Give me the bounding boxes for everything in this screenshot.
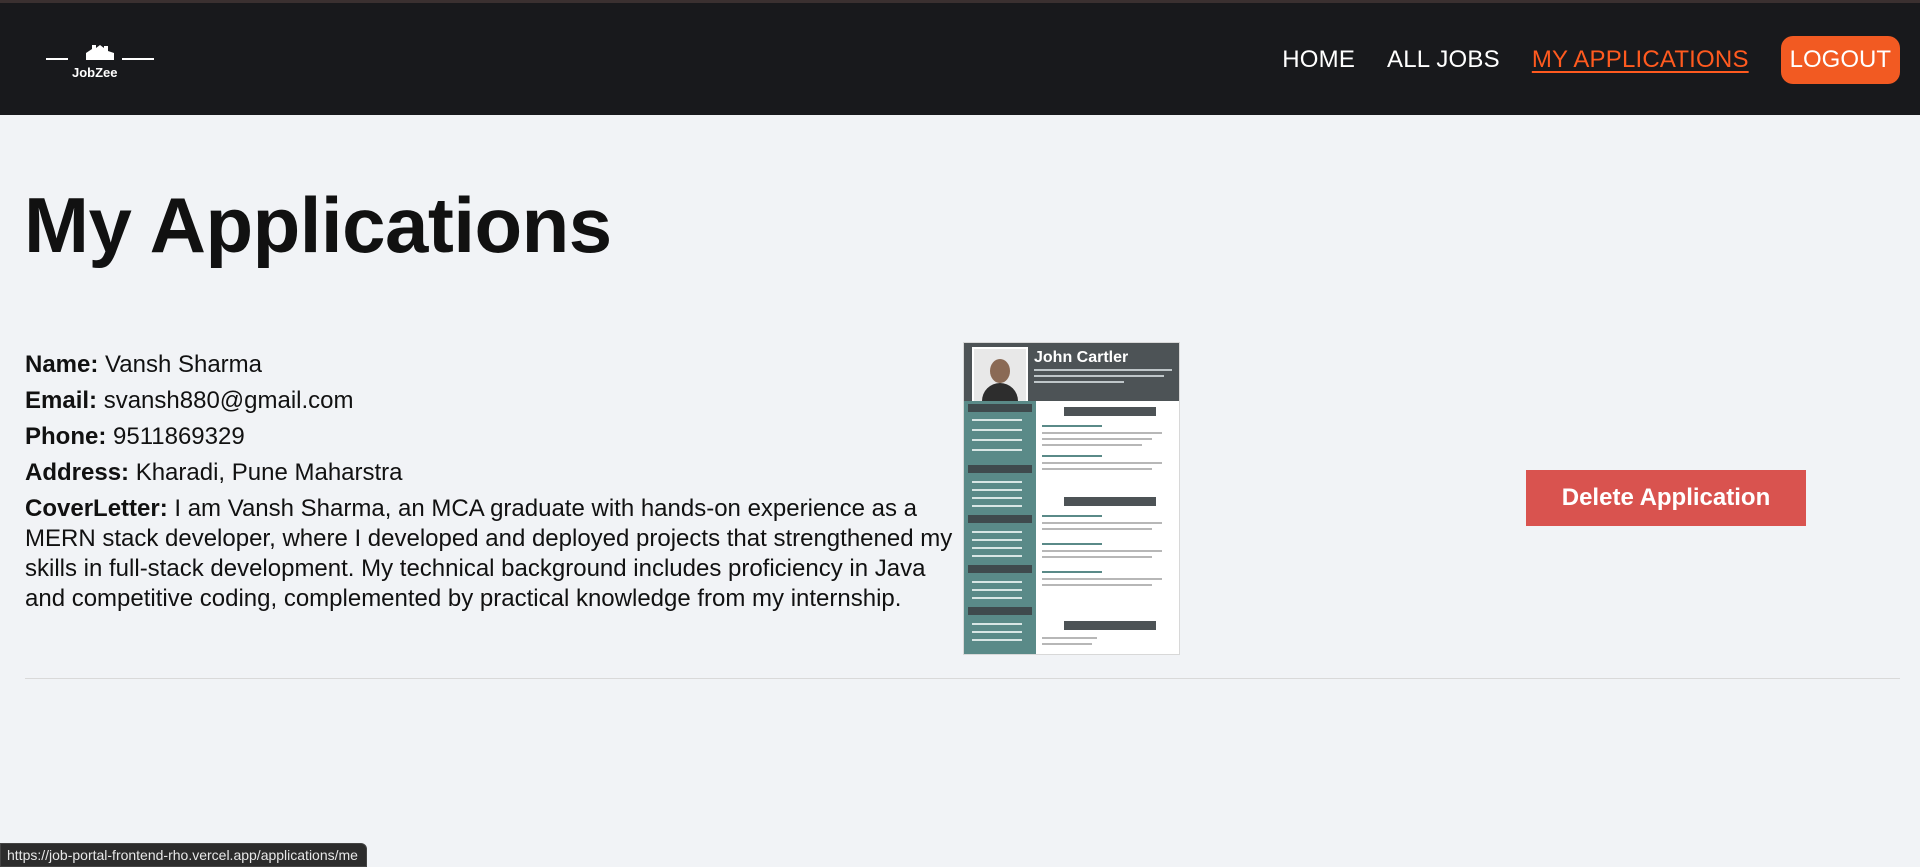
resume-line (972, 597, 1022, 599)
resume-line (1042, 571, 1102, 573)
email-value: svansh880@gmail.com (103, 387, 354, 414)
resume-line (1042, 584, 1152, 586)
resume-line (972, 539, 1022, 541)
resume-line (1042, 455, 1102, 457)
status-bar-url: https://job-portal-frontend-rho.vercel.a… (0, 843, 367, 867)
resume-line (972, 481, 1022, 483)
resume-line (972, 547, 1022, 549)
resume-line (1042, 578, 1162, 580)
resume-line (1042, 522, 1162, 524)
resume-line (1042, 515, 1102, 517)
resume-line (972, 639, 1022, 641)
logout-button[interactable]: LOGOUT (1780, 36, 1900, 84)
resume-line (972, 449, 1022, 451)
resume-line (972, 505, 1022, 507)
resume-line (1042, 643, 1092, 645)
resume-line (972, 623, 1022, 625)
email-label: Email: (25, 387, 98, 414)
resume-thumbnail[interactable]: John Cartler (963, 342, 1180, 655)
resume-line (1042, 468, 1152, 470)
resume-line (972, 489, 1022, 491)
resume-sidebar (964, 401, 1036, 654)
cover-letter-label: CoverLetter: (25, 495, 168, 522)
resume-line (972, 555, 1022, 557)
resume-line (972, 631, 1022, 633)
logo-line-left (46, 58, 68, 60)
resume-line (1042, 462, 1162, 464)
resume-line (1042, 556, 1152, 558)
logo-text: JobZee (72, 65, 118, 80)
resume-section-bar (968, 465, 1032, 473)
logo-icon (86, 45, 114, 60)
name-row: Name: Vansh Sharma (25, 350, 960, 380)
resume-name: John Cartler (1034, 349, 1129, 366)
main-nav: HOME ALL JOBS MY APPLICATIONS LOGOUT (1250, 36, 1900, 84)
navbar: JobZee HOME ALL JOBS MY APPLICATIONS LOG… (0, 3, 1920, 115)
resume-line (1042, 425, 1102, 427)
resume-line (1042, 550, 1162, 552)
resume-line (1042, 444, 1142, 446)
resume-line (1042, 432, 1162, 434)
resume-summary-line (1034, 381, 1124, 383)
resume-section-bar (968, 565, 1032, 573)
resume-line (972, 581, 1022, 583)
resume-section-bar (968, 515, 1032, 523)
resume-section-bar (968, 404, 1032, 412)
resume-summary-line (1034, 369, 1172, 371)
resume-line (1042, 637, 1097, 639)
resume-line (972, 497, 1022, 499)
resume-section-bar (1064, 621, 1156, 630)
name-label: Name: (25, 351, 99, 378)
name-value: Vansh Sharma (105, 351, 263, 378)
cover-letter-row: CoverLetter: I am Vansh Sharma, an MCA g… (25, 494, 960, 614)
page-title: My Applications (24, 181, 612, 269)
resume-line (972, 419, 1022, 421)
resume-line (1042, 438, 1152, 440)
logo[interactable]: JobZee (46, 43, 154, 83)
resume-line (1042, 528, 1152, 530)
resume-photo-face (990, 359, 1010, 383)
address-label: Address: (25, 459, 130, 486)
resume-section-bar (968, 607, 1032, 615)
resume-photo-body (982, 383, 1018, 403)
resume-summary-line (1034, 375, 1164, 377)
resume-photo (972, 347, 1028, 405)
resume-line (972, 589, 1022, 591)
application-details: Name: Vansh Sharma Email: svansh880@gmai… (25, 350, 960, 620)
nav-home[interactable]: HOME (1282, 46, 1355, 74)
delete-application-button[interactable]: Delete Application (1526, 470, 1806, 526)
resume-line (1042, 543, 1102, 545)
resume-line (972, 429, 1022, 431)
address-value: Kharadi, Pune Maharstra (135, 459, 403, 486)
resume-line (972, 531, 1022, 533)
resume-line (972, 439, 1022, 441)
resume-section-bar (1064, 497, 1156, 506)
address-row: Address: Kharadi, Pune Maharstra (25, 458, 960, 488)
nav-my-applications[interactable]: MY APPLICATIONS (1532, 46, 1749, 74)
phone-row: Phone: 9511869329 (25, 422, 960, 452)
nav-all-jobs[interactable]: ALL JOBS (1387, 46, 1500, 74)
phone-value: 9511869329 (113, 423, 245, 450)
resume-section-bar (1064, 407, 1156, 416)
email-row: Email: svansh880@gmail.com (25, 386, 960, 416)
divider (25, 678, 1900, 679)
phone-label: Phone: (25, 423, 107, 450)
logo-line-right (122, 58, 154, 60)
